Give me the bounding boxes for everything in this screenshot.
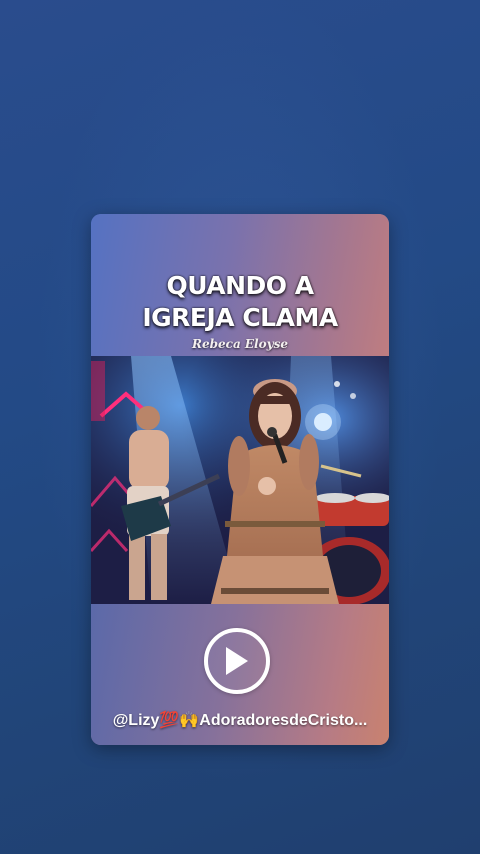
video-thumbnail[interactable] [91, 356, 389, 604]
card-header: QUANDO A IGREJA CLAMA Rebeca Eloyse [91, 214, 389, 356]
post-title-line-1: QUANDO A [166, 271, 314, 300]
play-icon [226, 647, 248, 675]
stage-scene [91, 356, 389, 604]
creator-credit-link[interactable]: @Lizy💯🙌AdoradoresdeCristo... [91, 710, 389, 730]
card-footer: @Lizy💯🙌AdoradoresdeCristo... [91, 604, 389, 745]
post-title-line-2: IGREJA CLAMA [142, 303, 338, 332]
play-button[interactable] [204, 628, 270, 694]
post-card[interactable]: QUANDO A IGREJA CLAMA Rebeca Eloyse @Liz… [91, 214, 389, 745]
artist-name: Rebeca Eloyse [192, 337, 288, 351]
